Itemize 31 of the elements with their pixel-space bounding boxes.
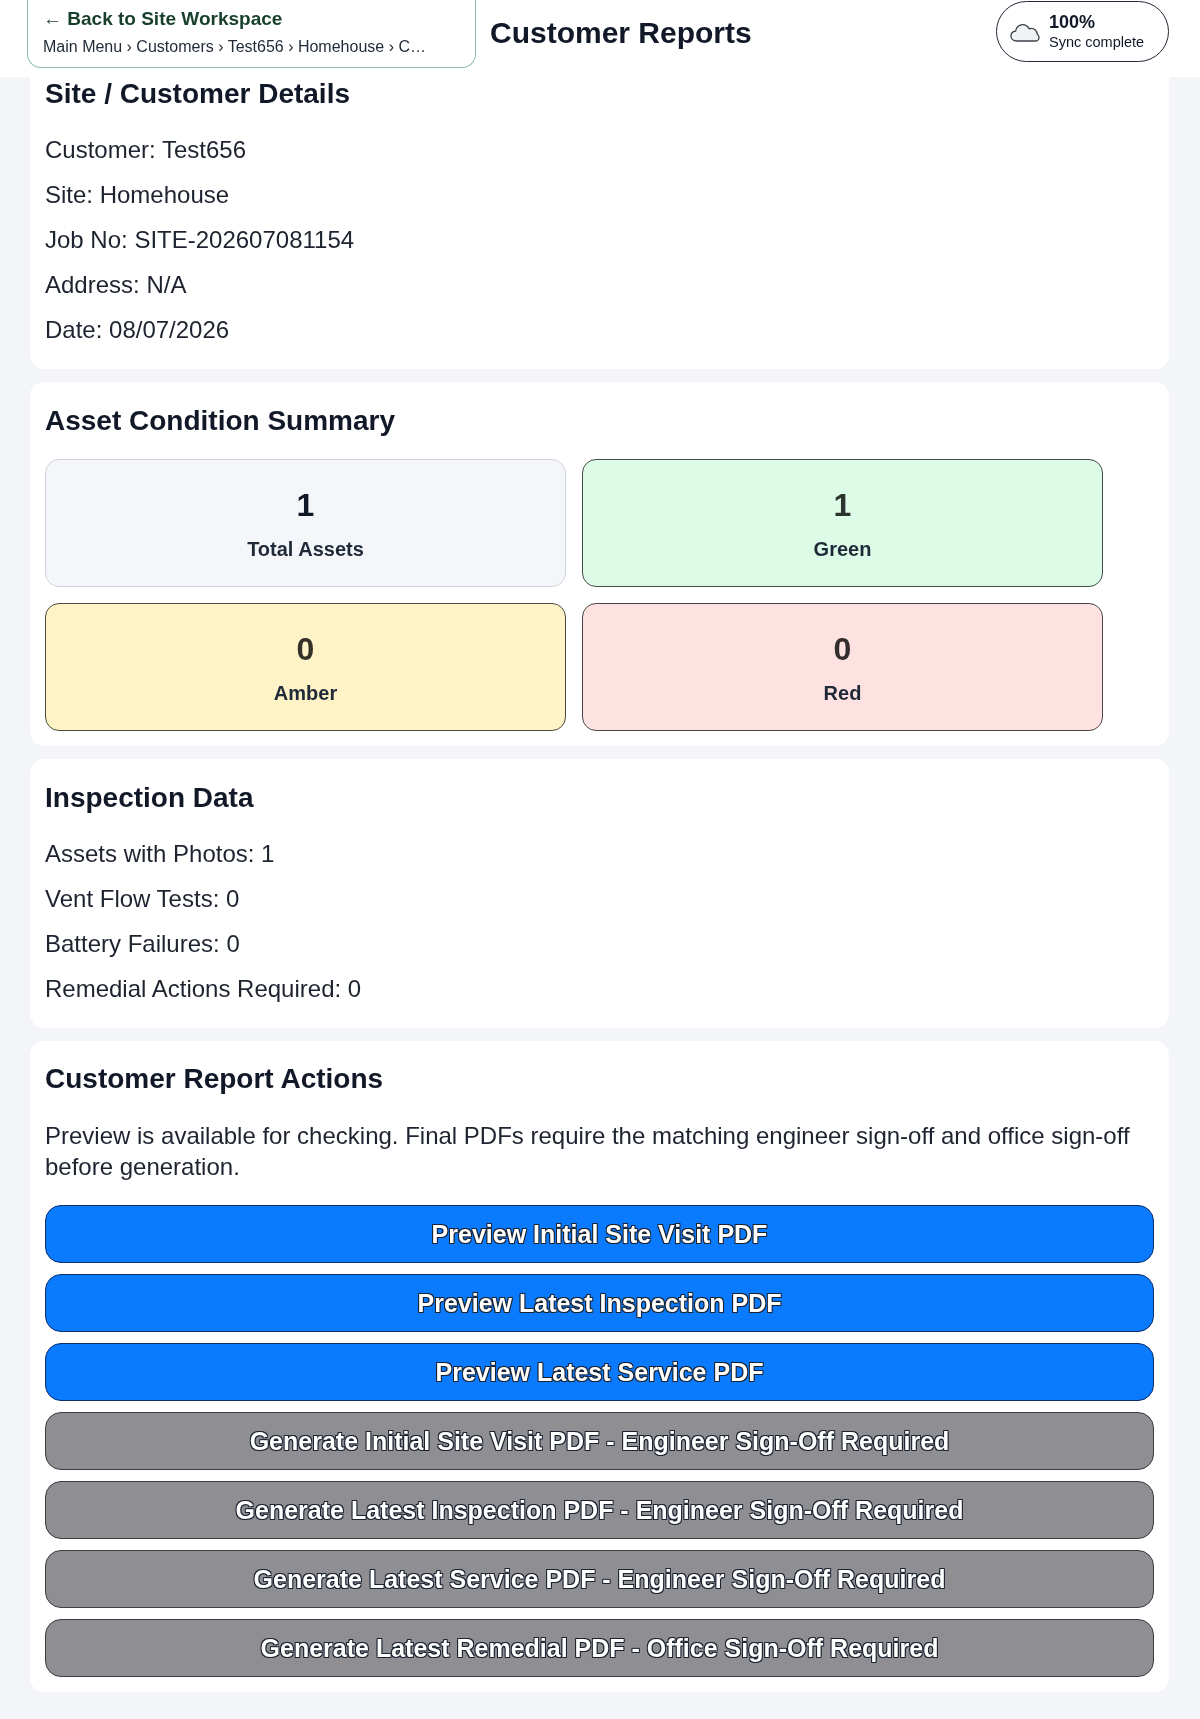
stat-value: 1: [833, 486, 852, 524]
detail-line: Date: 08/07/2026: [45, 315, 230, 345]
inspection-line: Assets with Photos: 1: [45, 839, 275, 869]
sync-percent: 100%: [1049, 11, 1096, 33]
sync-status-text: Sync complete: [1049, 32, 1145, 52]
detail-line: Job No: SITE-202607081154: [45, 225, 355, 255]
preview-pdf-button[interactable]: Preview Latest Service PDF: [45, 1343, 1154, 1401]
section-title: Site / Customer Details: [45, 77, 351, 111]
actions-note: Preview is available for checking. Final PDFs require the matching engineer sign-off and office sign-off before generation.: [45, 1121, 1131, 1182]
inspection-line: Remedial Actions Required: 0: [45, 974, 362, 1004]
inspection-line: Battery Failures: 0: [45, 929, 240, 959]
stat-label: Total Assets: [247, 537, 364, 561]
stat-label: Amber: [273, 681, 338, 705]
page-title: Customer Reports: [490, 15, 752, 51]
section-title: Inspection Data: [45, 781, 255, 815]
stat-value: 0: [833, 630, 852, 668]
preview-pdf-button[interactable]: Preview Latest Inspection PDF: [45, 1274, 1154, 1332]
cloud-icon: [1010, 21, 1040, 42]
section-title: Asset Condition Summary: [45, 404, 397, 438]
inspection-line: Vent Flow Tests: 0: [45, 884, 240, 914]
detail-line: Customer: Test656: [45, 135, 246, 165]
stat-label: Red: [823, 681, 862, 705]
stat-value: 1: [296, 486, 315, 524]
stat-label: Green: [813, 537, 872, 561]
back-link[interactable]: ← Back to Site Workspace: [43, 7, 283, 31]
detail-line: Address: N/A: [45, 270, 187, 300]
stat-value: 0: [296, 630, 315, 668]
preview-pdf-button[interactable]: Preview Initial Site Visit PDF: [45, 1205, 1154, 1263]
section-title: Customer Report Actions: [45, 1062, 385, 1096]
detail-line: Site: Homehouse: [45, 180, 230, 210]
breadcrumb: Main Menu › Customers › Test656 › Homehouse › C…: [43, 37, 426, 57]
